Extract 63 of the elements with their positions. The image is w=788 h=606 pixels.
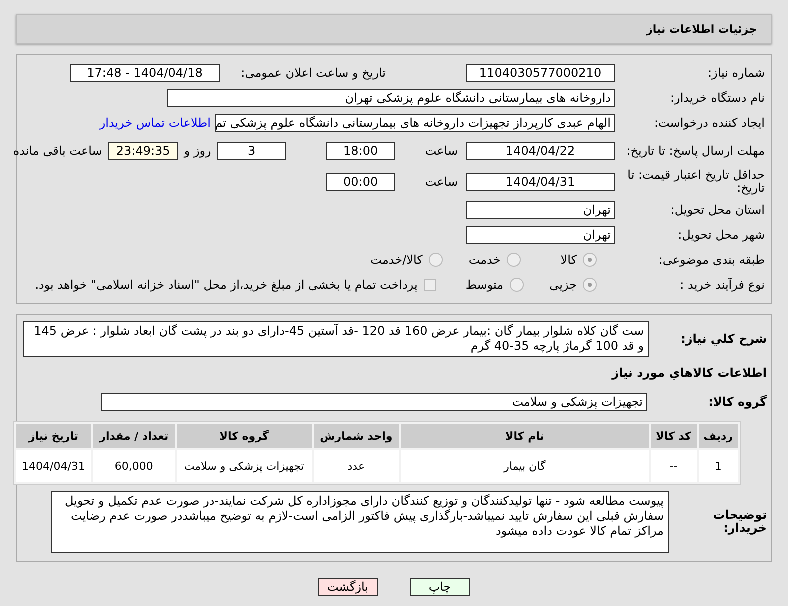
field-label: تاریخ و ساعت اعلان عمومی:: [240, 66, 386, 80]
time-label: ساعت: [425, 144, 458, 158]
column-header: کد کالا: [650, 424, 697, 448]
print-button[interactable]: چاپ: [410, 578, 470, 596]
checkbox[interactable]: [424, 279, 436, 291]
province-field: تهران: [466, 201, 615, 219]
buyer-notes-field: پیوست مطالعه شود - تنها تولیدکنندگان و توزیع کنندگان دارای مجوزاداره کل شرکت نمایند-در صورت عدم تکمیل و تحویل سفارش قبلی این سفارش تایید نمیباشد-بارگذاری پیش فاکتور الزامی است-لازم به توضیح میباشددر صورت عدم رضایت مراکز تمام کالا عودت داده میشود: [51, 491, 669, 553]
requester-field: الهام عبدی کارپرداز تجهیزات داروخانه های بیمارستانی دانشگاه علوم پزشکی تم: [215, 114, 615, 132]
field-label: شرح کلي نياز:: [680, 332, 767, 346]
radio-button[interactable]: [506, 253, 521, 267]
back-button[interactable]: بازگشت: [318, 578, 378, 596]
column-header: گروه کالا: [176, 424, 312, 448]
description-field: ست گان کلاه شلوار بیمار گان :بیمار عرض 160 قد 120 -قد آستین 45-دارای دو بند در پشت گان ابعاد شلوار : عرض 145 و قد 100 گرماژ پارچه 35-40 گرم: [23, 321, 649, 357]
buyer-org-field: داروخانه های بیمارستانی دانشگاه علوم پزشکی تهران: [167, 89, 615, 107]
validity-date-field: 1404/04/31: [466, 173, 615, 191]
announce-date-field: 1404/04/18 - 17:48: [70, 64, 220, 82]
section-title: اطلاعات كالاهاي مورد نياز: [610, 366, 767, 380]
table-cell: 1404/04/31: [16, 450, 92, 482]
table-cell: عدد: [314, 450, 399, 482]
table-cell: گان بیمار: [400, 450, 649, 482]
time-label: ساعت: [425, 175, 458, 189]
column-header: ردیف: [698, 424, 738, 448]
radio-button[interactable]: [583, 278, 597, 292]
table-cell: --: [650, 450, 697, 482]
days-field: 3: [217, 142, 286, 160]
page-title: جزئیات اطلاعات نیاز: [646, 22, 757, 36]
option-label: کالا: [560, 253, 577, 267]
field-label: ایجاد کننده درخواست:: [653, 116, 765, 130]
goods-group-field: تجهیزات پزشکی و سلامت: [101, 393, 647, 411]
days-label: روز و: [184, 144, 212, 158]
field-label: نوع فرآیند خرید :: [679, 278, 765, 292]
column-header: نام کالا: [400, 424, 649, 448]
column-header: تعداد / مقدار: [93, 424, 175, 448]
city-field: تهران: [466, 226, 615, 244]
deadline-time-field: 18:00: [326, 142, 396, 160]
option-label: خدمت: [468, 253, 501, 267]
remaining-label: ساعت باقی مانده: [13, 144, 102, 158]
radio-button[interactable]: [428, 253, 443, 267]
column-header: تاریخ نیاز: [16, 424, 92, 448]
buyer-contact-link[interactable]: اطلاعات تماس خریدار: [100, 116, 211, 130]
table-cell: تجهیزات پزشکی و سلامت: [176, 450, 312, 482]
need-number-field: 1104030577000210: [466, 64, 615, 82]
radio-button[interactable]: [583, 253, 597, 267]
option-label: متوسط: [466, 278, 504, 292]
table-cell: 60,000: [93, 450, 175, 482]
field-label: شماره نیاز:: [707, 66, 765, 80]
field-label: حداقل تاریخ اعتبار قیمت: تا تاریخ:: [626, 169, 765, 195]
field-label: توضیحات خریدار:: [712, 509, 767, 535]
field-label: استان محل تحویل:: [670, 204, 765, 216]
option-label: کالا/خدمت: [370, 253, 423, 267]
field-label: شهر محل تحویل:: [677, 228, 765, 242]
table-cell: 1: [698, 450, 738, 482]
field-label: مهلت ارسال پاسخ: تا تاریخ:: [626, 144, 765, 158]
option-label: جزیی: [550, 278, 577, 292]
field-label: گروه کالا:: [708, 396, 767, 408]
field-label: نام دستگاه خریدار:: [670, 92, 765, 104]
column-header: واحد شمارش: [314, 424, 399, 448]
radio-button[interactable]: [510, 278, 524, 292]
treasury-label: پرداخت تمام یا بخشی از مبلغ خرید،از محل "اسناد خزانه اسلامی" خواهد بود.: [35, 278, 418, 292]
deadline-date-field: 1404/04/22: [466, 142, 615, 160]
field-label: طبقه بندی موضوعی:: [658, 254, 765, 266]
validity-time-field: 00:00: [326, 173, 396, 191]
remaining-time-field: 23:49:35: [108, 142, 178, 160]
